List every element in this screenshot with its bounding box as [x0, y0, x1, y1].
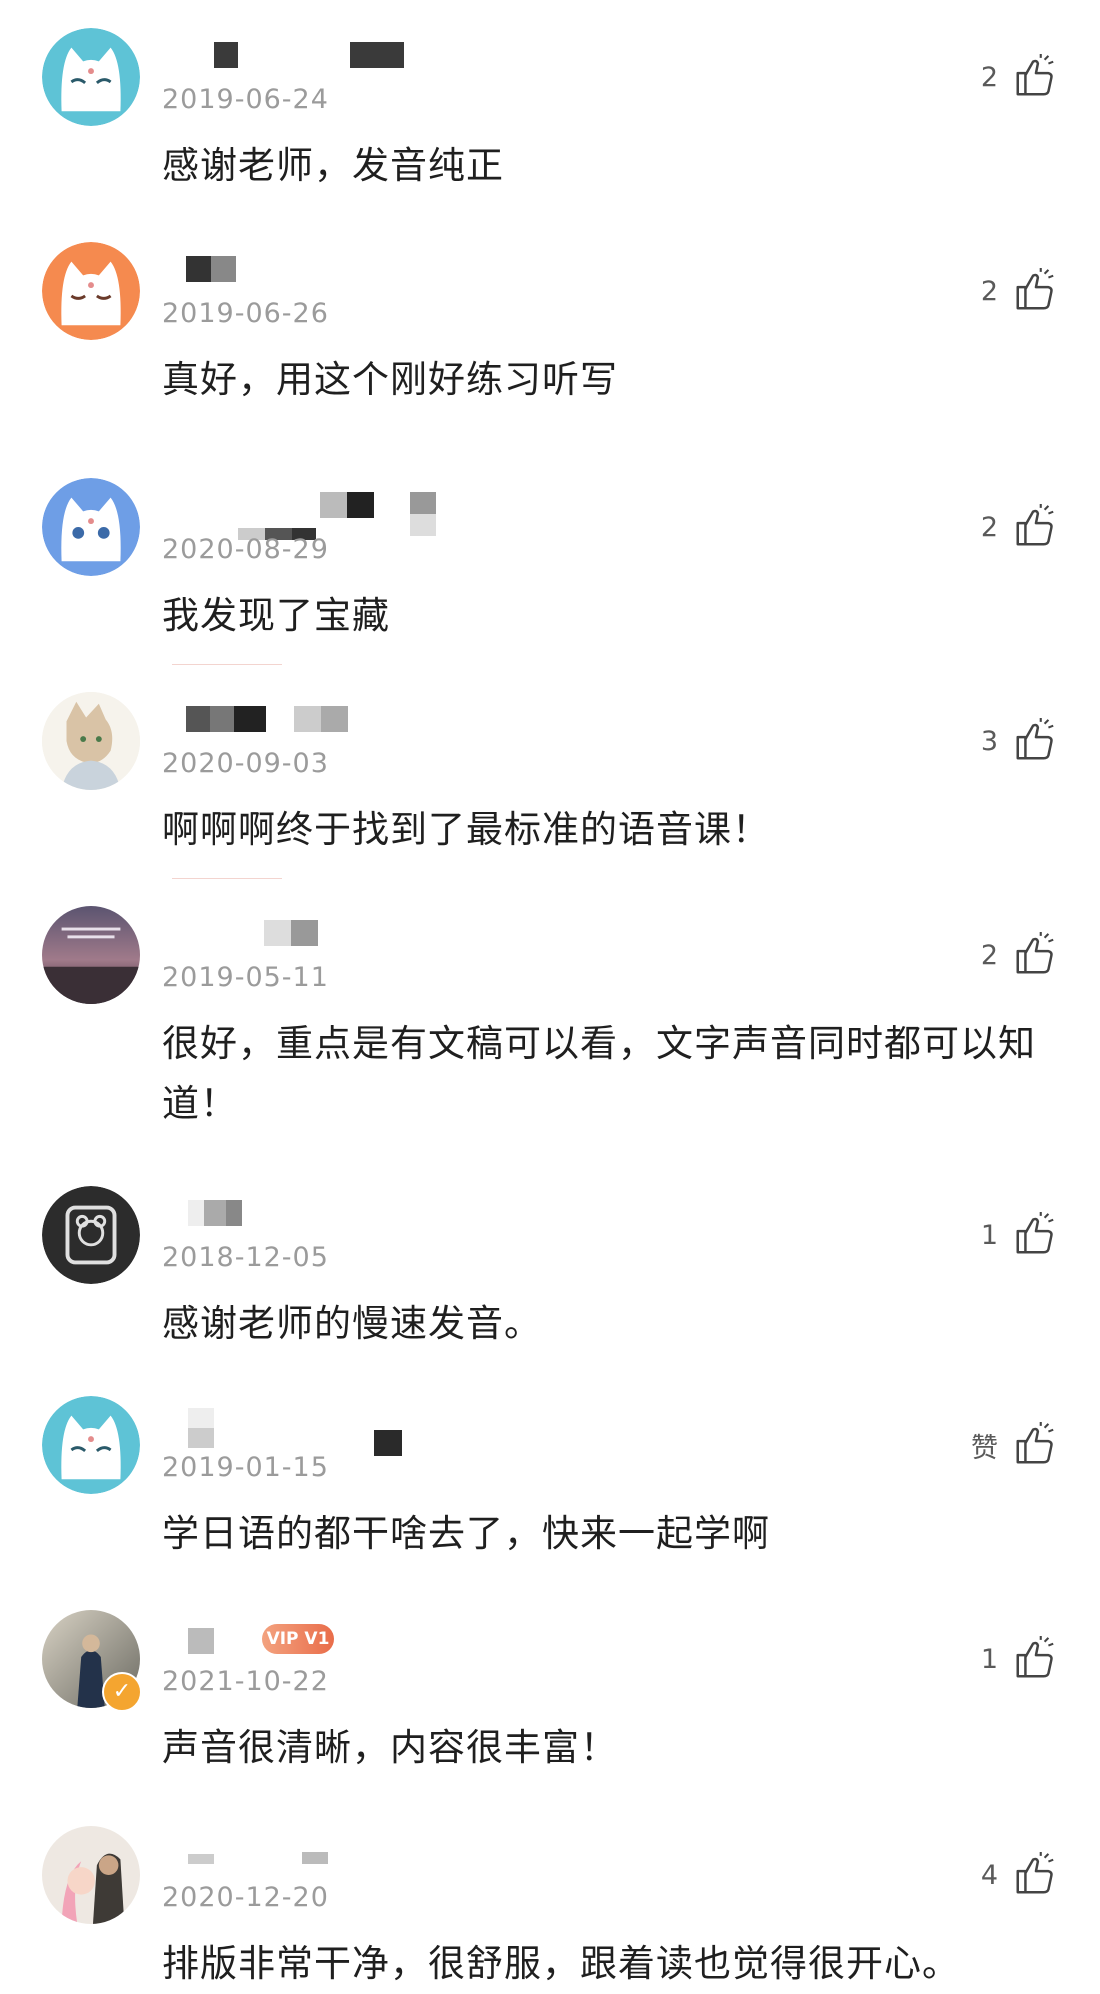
thumbs-up-icon[interactable] [1012, 1212, 1058, 1258]
like-count: 2 [980, 275, 998, 307]
thumbs-up-icon[interactable] [1012, 932, 1058, 978]
comment-date: 2019-06-26 [162, 298, 329, 329]
comment-text: 真好，用这个刚好练习听写 [162, 358, 618, 401]
user-avatar[interactable] [42, 906, 140, 1004]
comment-text: 很好，重点是有文稿可以看，文字声音同时都可以知道！ [162, 1022, 1036, 1125]
thumbs-up-icon[interactable] [1012, 1636, 1058, 1682]
comment-date: 2019-01-15 [162, 1452, 329, 1483]
comment-date: 2020-09-03 [162, 748, 329, 779]
user-avatar[interactable] [42, 242, 140, 340]
comment-item: 2019-06-24 感谢老师，发音纯正 2 [0, 0, 1100, 210]
thumbs-up-icon[interactable] [1012, 54, 1058, 100]
comment-item: 2020-08-29 我发现了宝藏 2 [0, 450, 1100, 660]
thumbs-up-icon[interactable] [1012, 1422, 1058, 1468]
like-button[interactable]: 2 [981, 52, 1058, 102]
username-redacted[interactable] [160, 42, 460, 70]
like-count: 赞 [971, 1432, 998, 1464]
comment-item: 2020-09-03 啊啊啊终于找到了最标准的语音课！ 3 [0, 664, 1100, 878]
like-button[interactable]: 2 [981, 266, 1058, 316]
like-count: 3 [980, 725, 998, 757]
comment-item: 2019-05-11 很好，重点是有文稿可以看，文字声音同时都可以知道！ 2 [0, 878, 1100, 1178]
comment-date: 2019-06-24 [162, 84, 329, 115]
comment-date: 2018-12-05 [162, 1242, 329, 1273]
thumbs-up-icon[interactable] [1012, 1852, 1058, 1898]
comment-item: 2020-12-20 排版非常干净，很舒服，跟着读也觉得很开心。 4 [0, 1798, 1100, 1992]
user-avatar[interactable] [42, 28, 140, 126]
like-count: 2 [980, 511, 998, 543]
like-button[interactable]: 4 [981, 1850, 1058, 1900]
username-redacted[interactable] [160, 1408, 460, 1456]
like-count: 1 [980, 1643, 998, 1675]
comment-date: 2020-12-20 [162, 1882, 329, 1913]
username-redacted[interactable] [160, 706, 460, 734]
comment-item: 2019-06-26 真好，用这个刚好练习听写 2 [0, 214, 1100, 444]
thumbs-up-icon[interactable] [1012, 504, 1058, 550]
like-button[interactable]: 赞 [971, 1420, 1058, 1470]
comment-text: 排版非常干净，很舒服，跟着读也觉得很开心。 [162, 1942, 960, 1985]
user-avatar[interactable] [42, 1186, 140, 1284]
comment-text: 感谢老师的慢速发音。 [162, 1302, 542, 1345]
comment-text: 我发现了宝藏 [162, 594, 390, 637]
like-count: 4 [980, 1859, 998, 1891]
username-redacted[interactable] [160, 256, 460, 284]
comment-item: ✓ VIP V1 2021-10-22 声音很清晰，内容很丰富！ 1 [0, 1582, 1100, 1794]
thumbs-up-icon[interactable] [1012, 718, 1058, 764]
comment-date: 2020-08-29 [162, 534, 329, 565]
user-avatar[interactable] [42, 692, 140, 790]
comment-text: 声音很清晰，内容很丰富！ [162, 1726, 618, 1769]
username-redacted[interactable] [160, 492, 460, 540]
like-count: 2 [980, 939, 998, 971]
like-button[interactable]: 1 [981, 1634, 1058, 1684]
like-button[interactable]: 1 [981, 1210, 1058, 1260]
comment-text: 学日语的都干啥去了，快来一起学啊 [162, 1512, 770, 1555]
thumbs-up-icon[interactable] [1012, 268, 1058, 314]
like-count: 1 [980, 1219, 998, 1251]
comment-text: 啊啊啊终于找到了最标准的语音课！ [162, 808, 770, 851]
comment-date: 2019-05-11 [162, 962, 329, 993]
comment-text: 感谢老师，发音纯正 [162, 144, 504, 187]
username-redacted[interactable] [160, 1840, 460, 1868]
comment-item: 2019-01-15 学日语的都干啥去了，快来一起学啊 赞 [0, 1368, 1100, 1578]
vip-badge: VIP V1 [262, 1624, 334, 1654]
comment-item: 2018-12-05 感谢老师的慢速发音。 1 [0, 1158, 1100, 1368]
username-redacted[interactable] [160, 920, 460, 948]
username-redacted[interactable] [160, 1200, 460, 1228]
comment-date: 2021-10-22 [162, 1666, 329, 1697]
user-avatar[interactable] [42, 478, 140, 576]
user-avatar[interactable] [42, 1396, 140, 1494]
like-button[interactable]: 2 [981, 930, 1058, 980]
like-button[interactable]: 3 [981, 716, 1058, 766]
like-count: 2 [980, 61, 998, 93]
user-avatar[interactable] [42, 1826, 140, 1924]
like-button[interactable]: 2 [981, 502, 1058, 552]
verified-badge-icon: ✓ [102, 1672, 142, 1712]
